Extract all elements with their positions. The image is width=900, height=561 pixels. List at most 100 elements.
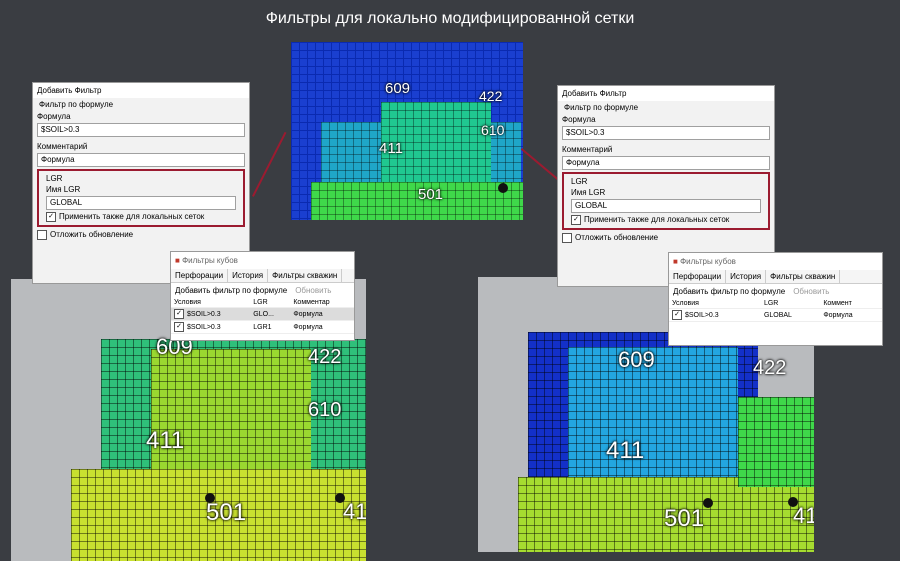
col-header: Комментар: [290, 298, 354, 308]
refresh-button[interactable]: Обновить: [793, 287, 829, 296]
tabs: Перфорации История Фильтры скважин: [669, 270, 882, 284]
table-header-row: Условия LGR Коммент: [669, 299, 882, 309]
dialog-title: Добавить Фильтр: [558, 86, 774, 101]
add-filter-button[interactable]: Добавить фильтр по формуле: [673, 287, 785, 296]
lgr-group-title: LGR: [46, 174, 63, 183]
lgr-name-label: Имя LGR: [571, 188, 606, 197]
check-icon[interactable]: ✓: [174, 309, 184, 319]
col-header: Условия: [669, 299, 761, 309]
panel-title: ■ Фильтры кубов: [171, 252, 354, 269]
table-header-row: Условия LGR Комментар: [171, 298, 354, 308]
app-icon: ■: [673, 257, 678, 266]
tab-history[interactable]: История: [726, 270, 767, 283]
app-icon: ■: [175, 256, 180, 265]
comment-field[interactable]: Формула: [37, 153, 245, 167]
well-label: 411: [146, 427, 185, 454]
well-marker: [205, 493, 215, 503]
add-filter-button[interactable]: Добавить фильтр по формуле: [175, 286, 287, 295]
well-label: 501: [664, 505, 705, 532]
defer-label: Отложить обновление: [50, 230, 134, 240]
defer-update-checkbox[interactable]: Отложить обновление: [33, 229, 249, 241]
checkbox-icon: [562, 233, 572, 243]
defer-update-checkbox[interactable]: Отложить обновление: [558, 232, 774, 244]
formula-label: Формула: [562, 115, 596, 124]
condition-cell: $SOIL>0.3: [685, 311, 719, 319]
checkbox-icon: [37, 230, 47, 240]
table-row[interactable]: ✓ $SOIL>0.3 GLO... Формула: [171, 307, 354, 321]
well-label: 411: [606, 437, 645, 464]
table-row[interactable]: ✓ $SOIL>0.3 GLOBAL Формула: [669, 308, 882, 322]
tab-perforations[interactable]: Перфорации: [669, 270, 727, 283]
col-header: Условия: [171, 298, 251, 308]
well-marker: [788, 497, 798, 507]
apply-local-label: Применить также для локальных сеток: [584, 215, 730, 225]
well-marker: [703, 498, 713, 508]
well-label: 411: [379, 140, 403, 157]
toolbar: Добавить фильтр по формуле Обновить: [669, 284, 882, 299]
tab-perforations[interactable]: Перфорации: [171, 269, 229, 282]
lgr-cell: LGR1: [250, 320, 291, 334]
well-label: 422: [308, 346, 342, 368]
well-label: 609: [618, 347, 655, 372]
lgr-group-title: LGR: [571, 177, 588, 186]
panel-title: ■ Фильтры кубов: [669, 253, 882, 270]
check-icon[interactable]: ✓: [174, 322, 184, 332]
toolbar: Добавить фильтр по формуле Обновить: [171, 283, 354, 298]
filters-table: Условия LGR Коммент ✓ $SOIL>0.3 GLOBAL Фо…: [669, 299, 882, 322]
refresh-button[interactable]: Обновить: [295, 286, 331, 295]
apply-local-checkbox[interactable]: ✓ Применить также для локальных сеток: [567, 214, 765, 226]
tab-history[interactable]: История: [228, 269, 269, 282]
col-header: LGR: [760, 299, 821, 309]
group-title: Фильтр по формуле: [564, 103, 639, 112]
col-header: Коммент: [820, 299, 882, 309]
tab-well-filters[interactable]: Фильтры скважин: [766, 270, 841, 283]
well-label: 422: [479, 88, 503, 104]
well-label: 609: [385, 80, 411, 97]
defer-label: Отложить обновление: [575, 233, 659, 243]
comment-label: Комментарий: [37, 142, 88, 151]
left-cube-filters-panel: ■ Фильтры кубов Перфорации История Фильт…: [170, 251, 355, 341]
tab-well-filters[interactable]: Фильтры скважин: [268, 269, 343, 282]
tabs: Перфорации История Фильтры скважин: [171, 269, 354, 283]
lgr-name-field[interactable]: GLOBAL: [46, 196, 236, 210]
well-label: 501: [418, 186, 444, 203]
well-marker: [335, 493, 345, 503]
panel-title-text: Фильтры кубов: [680, 257, 736, 266]
panel-title-text: Фильтры кубов: [182, 256, 238, 265]
lgr-cell: GLOBAL: [760, 308, 821, 322]
lgr-group: LGR Имя LGR GLOBAL ✓ Применить также для …: [37, 169, 245, 227]
formula-field[interactable]: $SOIL>0.3: [562, 126, 770, 140]
lgr-group: LGR Имя LGR GLOBAL ✓ Применить также для …: [562, 172, 770, 230]
filters-table: Условия LGR Комментар ✓ $SOIL>0.3 GLO... …: [171, 298, 354, 334]
lgr-name-label: Имя LGR: [46, 185, 81, 194]
comment-cell: Формула: [290, 320, 354, 334]
condition-cell: $SOIL>0.3: [187, 323, 221, 331]
check-icon: ✓: [46, 212, 56, 222]
well-label: 610: [481, 122, 505, 138]
well-label: 41: [793, 503, 814, 528]
comment-label: Комментарий: [562, 145, 613, 154]
lgr-name-field[interactable]: GLOBAL: [571, 199, 761, 213]
comment-field[interactable]: Формула: [562, 156, 770, 170]
right-cube-filters-panel: ■ Фильтры кубов Перфорации История Фильт…: [668, 252, 883, 346]
comment-cell: Формула: [290, 307, 354, 321]
check-icon: ✓: [571, 215, 581, 225]
lgr-cell: GLO...: [250, 307, 291, 321]
comment-cell: Формула: [820, 308, 882, 322]
col-header: LGR: [250, 298, 291, 308]
condition-cell: $SOIL>0.3: [187, 310, 221, 318]
well-label: 501: [206, 499, 247, 526]
dialog-title: Добавить Фильтр: [33, 83, 249, 98]
well-marker: [498, 183, 508, 193]
check-icon[interactable]: ✓: [672, 310, 682, 320]
well-label: 610: [308, 399, 342, 421]
group-title: Фильтр по формуле: [39, 100, 114, 109]
well-label: 41: [343, 499, 366, 524]
well-label: 422: [753, 357, 787, 379]
apply-local-checkbox[interactable]: ✓ Применить также для локальных сеток: [42, 211, 240, 223]
top-3d-view[interactable]: 609 422 610 411 501: [291, 42, 523, 220]
formula-label: Формула: [37, 112, 71, 121]
table-row[interactable]: ✓ $SOIL>0.3 LGR1 Формула: [171, 320, 354, 334]
apply-local-label: Применить также для локальных сеток: [59, 212, 205, 222]
formula-field[interactable]: $SOIL>0.3: [37, 123, 245, 137]
